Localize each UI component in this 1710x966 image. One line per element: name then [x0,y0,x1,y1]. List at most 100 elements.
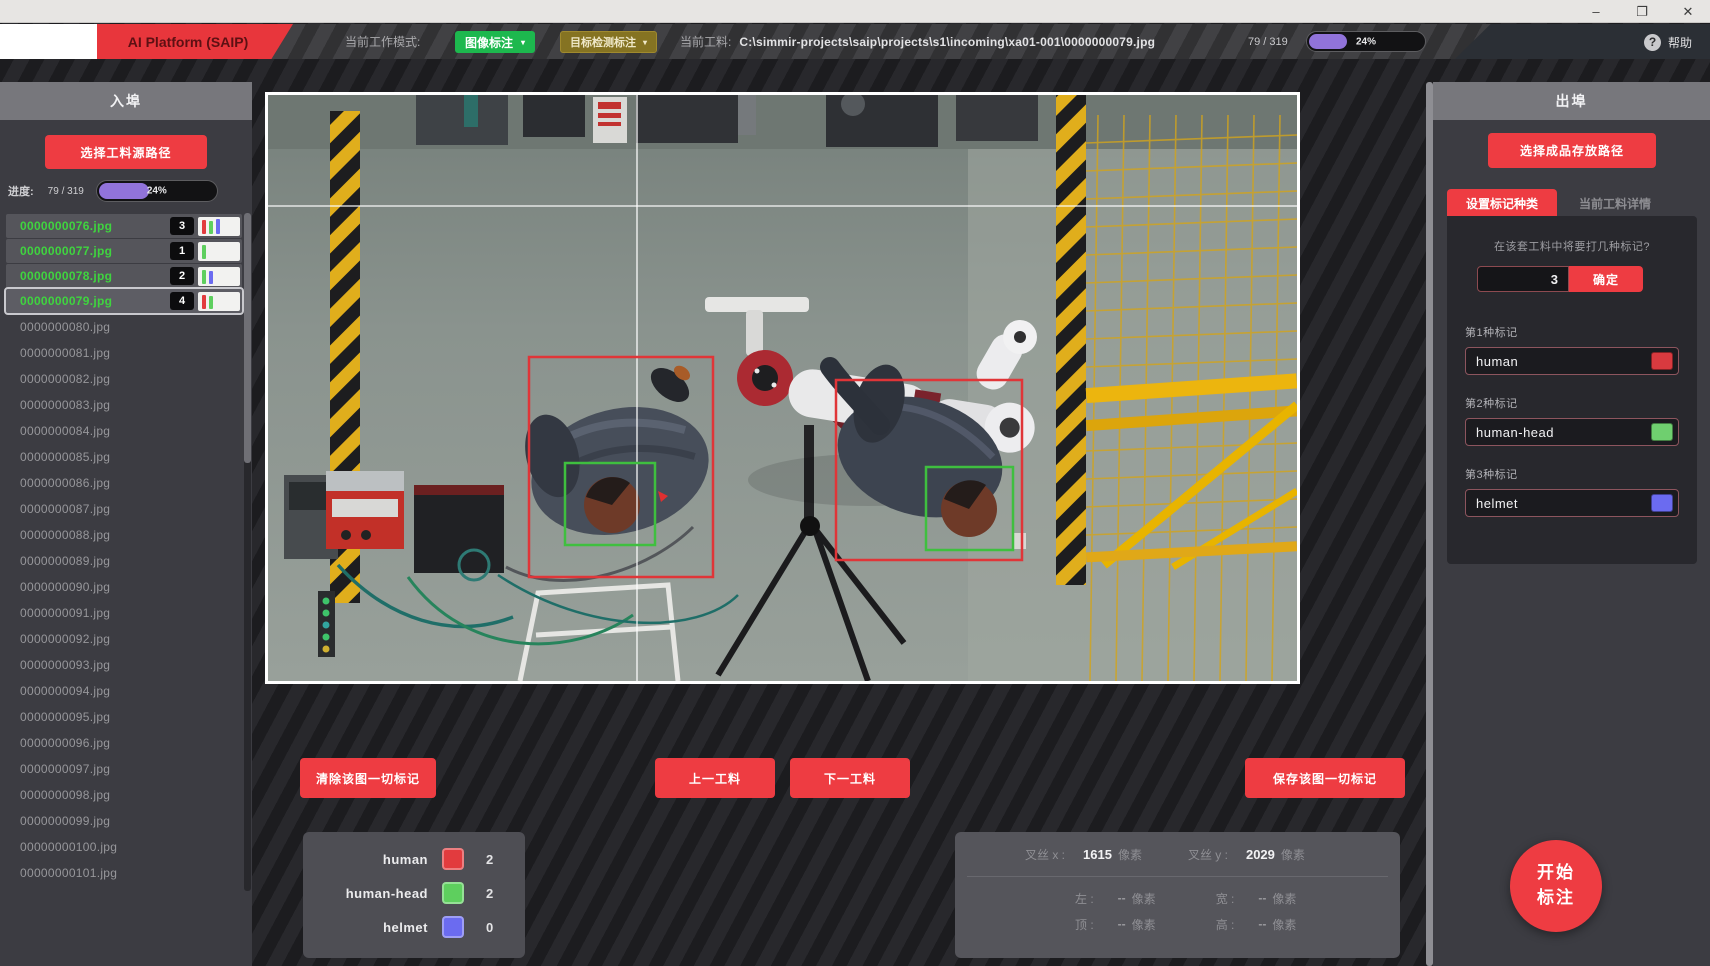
file-item[interactable]: 00000000101.jpg [4,860,244,886]
class-bar [209,271,213,284]
previous-item-button[interactable]: 上一工料 [655,758,775,798]
file-item[interactable]: 0000000079.jpg4 [6,289,242,313]
question-icon: ? [1644,34,1661,51]
select-output-path-button[interactable]: 选择成品存放路径 [1488,133,1656,168]
crosshair-y-value: 2029 [1246,847,1275,862]
legend-count: 2 [486,852,493,867]
file-item[interactable]: 0000000098.jpg [4,782,244,808]
current-file-path: C:\simmir-projects\saip\projects\s1\inco… [739,35,1155,49]
export-panel: 出埠 选择成品存放路径 设置标记种类 当前工料详情 在该套工料中将要打几种标记?… [1433,82,1710,966]
maximize-icon[interactable]: ❐ [1634,4,1650,20]
box-left-label: 左 : [1075,890,1094,907]
file-item[interactable]: 0000000080.jpg [4,314,244,340]
file-name: 0000000076.jpg [6,219,170,233]
file-list-scrollbar[interactable] [244,213,251,891]
crosshair-x-value: 1615 [1083,847,1112,862]
label-name-input[interactable]: human [1465,347,1679,375]
scene-image [268,95,1297,681]
file-item[interactable]: 0000000077.jpg1 [6,239,242,263]
legend-row: helmet0 [303,910,525,944]
crosshair-y-label: 叉丝 y : [1188,846,1228,863]
stats-panel: 叉丝 x : 1615 像素 叉丝 y : 2029 像素 左 : -- 像素 … [955,832,1400,958]
file-name: 0000000099.jpg [4,814,110,828]
help-button[interactable]: ? 帮助 [1644,31,1692,53]
unit-label: 像素 [1281,846,1305,863]
file-item[interactable]: 0000000093.jpg [4,652,244,678]
minimize-icon[interactable]: – [1588,4,1604,19]
start-line2: 标注 [1537,886,1575,911]
class-bar [202,270,206,284]
label-name-input[interactable]: helmet [1465,489,1679,517]
clear-marks-button[interactable]: 清除该图一切标记 [300,758,436,798]
import-progress: 进度: 79 / 319 24% [8,180,246,202]
select-source-path-button[interactable]: 选择工料源路径 [45,135,207,169]
mode-primary-dropdown[interactable]: 图像标注 ▾ [455,31,535,53]
file-name: 0000000085.jpg [4,450,110,464]
legend-color-swatch [442,916,464,938]
file-item[interactable]: 0000000082.jpg [4,366,244,392]
close-icon[interactable]: ✕ [1680,4,1696,20]
annotation-count-badge: 1 [170,242,194,260]
file-item[interactable]: 0000000096.jpg [4,730,244,756]
file-item[interactable]: 00000000100.jpg [4,834,244,860]
file-item[interactable]: 0000000081.jpg [4,340,244,366]
file-list: 0000000076.jpg30000000077.jpg10000000078… [4,213,244,891]
class-bar [209,221,213,234]
file-name: 0000000081.jpg [4,346,110,360]
file-item[interactable]: 0000000083.jpg [4,392,244,418]
mode-label: 当前工作模式: [345,24,420,59]
middle-scrollbar[interactable] [1426,82,1433,966]
file-item[interactable]: 0000000086.jpg [4,470,244,496]
file-name: 0000000087.jpg [4,502,110,516]
scrollbar-thumb[interactable] [244,213,251,463]
file-item[interactable]: 0000000087.jpg [4,496,244,522]
chevron-down-icon: ▾ [521,38,525,47]
file-item[interactable]: 0000000089.jpg [4,548,244,574]
annotation-canvas[interactable] [265,92,1300,684]
next-item-button[interactable]: 下一工料 [790,758,910,798]
start-annotation-button[interactable]: 开始 标注 [1510,840,1602,932]
annotation-bars [198,217,240,236]
label-title: 第1种标记 [1465,324,1697,340]
label-group: 第1种标记 human [1465,324,1697,375]
tab-set-label-types[interactable]: 设置标记种类 [1447,189,1557,217]
import-panel-title: 入埠 [0,82,252,120]
file-item[interactable]: 0000000084.jpg [4,418,244,444]
progress-count: 79 / 319 [48,186,84,197]
save-marks-button[interactable]: 保存该图一切标记 [1245,758,1405,798]
label-value: human-head [1476,425,1651,440]
legend-row: human2 [303,842,525,876]
import-progress-bar: 24% [96,180,218,202]
workspace: 清除该图一切标记 上一工料 下一工料 保存该图一切标记 human2human-… [252,59,1426,966]
mode-secondary-label: 目标检测标注 [570,34,636,50]
file-item[interactable]: 0000000085.jpg [4,444,244,470]
box-left-value: -- [1118,891,1126,905]
file-item[interactable]: 0000000095.jpg [4,704,244,730]
file-item[interactable]: 0000000078.jpg2 [6,264,242,288]
label-color-swatch[interactable] [1651,423,1673,441]
file-item[interactable]: 0000000088.jpg [4,522,244,548]
file-item[interactable]: 0000000076.jpg3 [6,214,242,238]
label-color-swatch[interactable] [1651,494,1673,512]
legend-row: human-head2 [303,876,525,910]
file-item[interactable]: 0000000092.jpg [4,626,244,652]
file-item[interactable]: 0000000099.jpg [4,808,244,834]
file-item[interactable]: 0000000090.jpg [4,574,244,600]
box-height-label: 高 : [1216,916,1235,933]
unit-label: 像素 [1132,890,1156,907]
label-color-swatch[interactable] [1651,352,1673,370]
file-name: 0000000096.jpg [4,736,110,750]
class-bar [202,245,206,259]
confirm-button[interactable]: 确定 [1569,266,1643,292]
mode-secondary-dropdown[interactable]: 目标检测标注 ▾ [560,31,657,53]
file-item[interactable]: 0000000094.jpg [4,678,244,704]
label-count-input[interactable]: 3 [1477,266,1569,292]
annotation-bars [198,292,240,311]
file-item[interactable]: 0000000097.jpg [4,756,244,782]
file-name: 0000000094.jpg [4,684,110,698]
tab-current-item-details[interactable]: 当前工料详情 [1559,189,1671,217]
box-width-value: -- [1258,891,1266,905]
unit-label: 像素 [1272,916,1296,933]
file-item[interactable]: 0000000091.jpg [4,600,244,626]
label-name-input[interactable]: human-head [1465,418,1679,446]
